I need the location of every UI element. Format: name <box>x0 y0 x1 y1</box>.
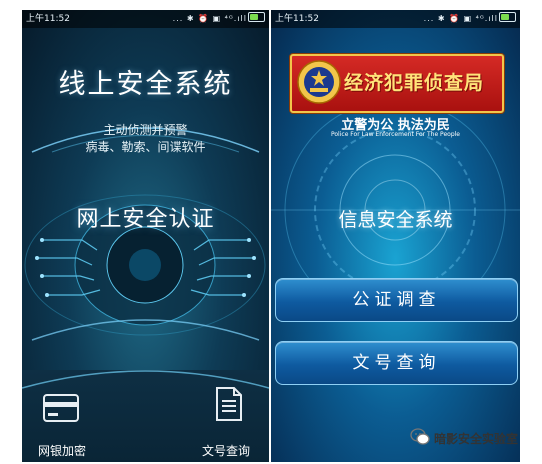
police-slogan-english: Police For Law Enforcement For The Peopl… <box>330 131 460 138</box>
badge-title: 经济犯罪侦查局 <box>344 72 485 94</box>
bottom-bar: 网银加密 文号查询 <box>22 370 269 462</box>
battery-icon <box>499 12 516 22</box>
battery-icon <box>248 12 265 22</box>
status-bar: 上午11:52 ... ✱ ⏰ ▣ ⁴ᴳ.ıll <box>271 10 520 28</box>
certification-label: 网上安全认证 <box>76 207 215 232</box>
doc-query-button[interactable]: 文号查询 <box>275 341 518 385</box>
circuit-eye-graphic <box>24 194 266 341</box>
status-bar: 上午11:52 ... ✱ ⏰ ▣ ⁴ᴳ.ıll <box>22 10 269 28</box>
police-emblem-icon <box>297 60 341 104</box>
right-phone-screen: 上午11:52 ... ✱ ⏰ ▣ ⁴ᴳ.ıll 经济犯罪侦查局 立警为公 执法… <box>271 10 520 462</box>
bank-encrypt-label[interactable]: 网银加密 <box>38 442 86 459</box>
status-time: 上午11:52 <box>275 14 319 24</box>
system-title: 信息安全系统 <box>338 209 453 231</box>
subtitle-line1: 主动侦测并预警 <box>103 123 188 137</box>
document-icon[interactable] <box>215 386 243 426</box>
status-icons-text: ... ✱ ⏰ ▣ ⁴ᴳ.ıll <box>423 14 498 23</box>
status-time: 上午11:52 <box>26 14 70 24</box>
status-icons: ... ✱ ⏰ ▣ ⁴ᴳ.ıll <box>424 10 516 28</box>
doc-query-label[interactable]: 文号查询 <box>202 442 250 459</box>
status-icons: ... ✱ ⏰ ▣ ⁴ᴳ.ıll <box>173 10 265 28</box>
notary-investigation-button[interactable]: 公证调查 <box>275 278 518 322</box>
police-badge-banner: 经济犯罪侦查局 <box>290 54 504 113</box>
status-icons-text: ... ✱ ⏰ ▣ ⁴ᴳ.ıll <box>172 14 247 23</box>
left-phone-screen: 上午11:52 ... ✱ ⏰ ▣ ⁴ᴳ.ıll 线上安全系统 主动侦测并预警 … <box>22 10 269 462</box>
watermark-text: 暗影安全实验室 <box>434 432 519 446</box>
wechat-icon <box>410 428 430 445</box>
card-icon[interactable] <box>43 394 79 426</box>
